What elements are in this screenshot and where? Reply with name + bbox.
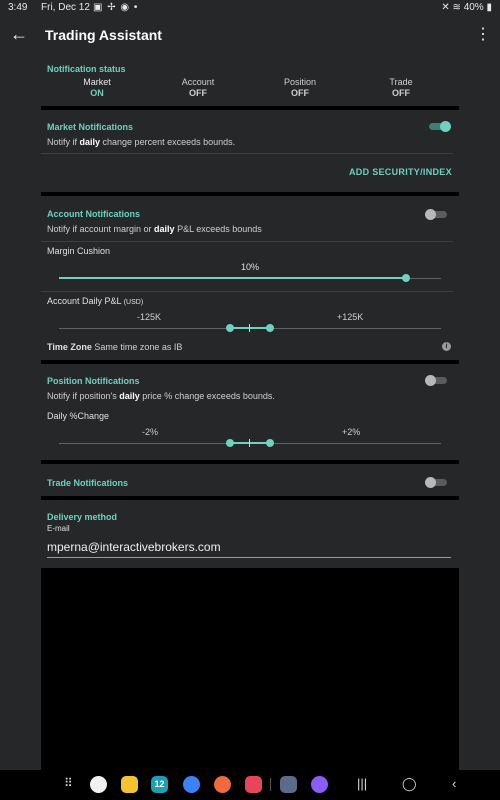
change-center-tick <box>249 439 250 447</box>
separator-line <box>41 153 453 154</box>
market-toggle[interactable] <box>429 121 451 132</box>
margin-cushion-label: Margin Cushion <box>47 246 111 256</box>
change-low-label: -2% <box>142 427 159 437</box>
dot-icon: • <box>133 2 139 13</box>
info-icon[interactable]: i <box>442 342 451 351</box>
timezone-label: Time Zone <box>47 342 92 352</box>
timezone-value: Same time zone as IB <box>94 342 183 352</box>
status-market-label: Market <box>83 77 111 87</box>
status-trade: Trade OFF <box>361 77 441 98</box>
screen-recorder-icon[interactable] <box>245 776 262 793</box>
chrome-icon[interactable] <box>90 776 107 793</box>
status-left-icons: ▣ ✢ ◉ • <box>93 2 138 13</box>
pnl-low-label: -125K <box>137 312 162 322</box>
status-trade-value: OFF <box>392 88 410 98</box>
trade-toggle[interactable] <box>425 477 447 488</box>
pnl-slider-fill <box>230 327 270 329</box>
position-description: Notify if position's daily price % chang… <box>47 391 275 401</box>
notification-status-heading: Notification status <box>47 64 126 74</box>
status-position-value: OFF <box>291 88 309 98</box>
timezone-row[interactable]: Time Zone Same time zone as IB <box>47 342 182 352</box>
account-notifications-card: Account Notifications Notify if account … <box>41 196 459 360</box>
more-vert-icon[interactable]: ⋮ <box>475 24 491 44</box>
email-label: E-mail <box>47 524 70 533</box>
margin-slider-thumb[interactable] <box>402 274 411 282</box>
trade-notifications-card: Trade Notifications <box>41 464 459 496</box>
separator-line <box>41 241 453 242</box>
mute-icon: ✕ <box>441 2 450 13</box>
status-market: Market ON <box>57 77 137 98</box>
delivery-method-card: Delivery method E-mail mperna@interactiv… <box>41 500 459 568</box>
app-bar: ← Trading Assistant ⋮ <box>0 16 500 56</box>
account-pnl-unit: (USD) <box>123 299 144 306</box>
image-icon: ▣ <box>93 2 104 13</box>
pinwheel-icon: ✢ <box>107 2 117 13</box>
battery-text: 40% <box>463 2 484 13</box>
status-bar: 3:49 Fri, Dec 12 ▣ ✢ ◉ • ✕ ≋ 40% ▮ <box>0 0 500 16</box>
market-description: Notify if daily change percent exceeds b… <box>47 137 236 147</box>
arrow-left-icon[interactable]: ← <box>10 24 28 45</box>
pnl-high-label: +125K <box>337 312 364 322</box>
dock-separator <box>270 778 271 791</box>
email-field[interactable]: mperna@interactivebrokers.com <box>47 540 221 554</box>
change-low-thumb[interactable] <box>226 439 234 447</box>
status-position: Position OFF <box>260 77 340 98</box>
account-description: Notify if account margin or daily P&L ex… <box>47 224 262 234</box>
change-high-label: +2% <box>342 427 361 437</box>
status-right: ✕ ≋ 40% ▮ <box>441 2 492 13</box>
position-title: Position Notifications <box>47 376 140 386</box>
delivery-title: Delivery method <box>47 512 118 522</box>
right-gutter <box>459 56 500 770</box>
trade-title: Trade Notifications <box>47 478 129 488</box>
circle-icon: ◉ <box>120 2 131 13</box>
daily-change-label: Daily %Change <box>47 411 110 421</box>
navigation-bar: ⠿ 12 ||| ◯ ‹ <box>0 770 500 800</box>
page-title: Trading Assistant <box>45 27 162 43</box>
home-icon[interactable]: ◯ <box>402 776 417 792</box>
add-security-button[interactable]: ADD SECURITY/INDEX <box>349 167 452 177</box>
messages-icon[interactable] <box>183 776 200 793</box>
internet-icon[interactable] <box>311 776 328 793</box>
margin-slider-fill <box>59 277 407 279</box>
battery-icon: ▮ <box>486 2 492 13</box>
account-toggle[interactable] <box>425 209 447 220</box>
pnl-high-thumb[interactable] <box>266 324 274 332</box>
separator-line <box>41 291 453 292</box>
app-drawer-icon[interactable]: ⠿ <box>64 776 73 790</box>
status-time: 3:49 <box>8 2 28 13</box>
settings-icon[interactable] <box>280 776 297 793</box>
wifi-icon: ≋ <box>452 2 461 13</box>
notification-status-card: Notification status Market ON Account OF… <box>41 56 459 106</box>
account-pnl-label: Account Daily P&L (USD) <box>47 296 144 306</box>
market-notifications-card: Market Notifications Notify if daily cha… <box>41 110 459 192</box>
pnl-center-tick <box>249 324 250 332</box>
market-title: Market Notifications <box>47 122 134 132</box>
status-position-label: Position <box>283 77 317 87</box>
pnl-low-thumb[interactable] <box>226 324 234 332</box>
back-icon[interactable]: ‹ <box>452 776 456 791</box>
email-underline <box>47 557 451 558</box>
account-title: Account Notifications <box>47 209 141 219</box>
status-market-value: ON <box>90 88 104 98</box>
status-account-value: OFF <box>189 88 207 98</box>
position-toggle[interactable] <box>425 375 447 386</box>
margin-cushion-value: 10% <box>241 262 260 272</box>
calendar-icon[interactable]: 12 <box>151 776 168 793</box>
position-notifications-card: Position Notifications Notify if positio… <box>41 364 459 460</box>
change-slider-fill <box>230 442 270 444</box>
recents-icon[interactable]: ||| <box>357 776 367 791</box>
status-date: Fri, Dec 12 <box>41 2 90 13</box>
contacts-icon[interactable] <box>214 776 231 793</box>
left-gutter <box>0 56 41 770</box>
status-account: Account OFF <box>158 77 238 98</box>
change-high-thumb[interactable] <box>266 439 274 447</box>
files-icon[interactable] <box>121 776 138 793</box>
status-account-label: Account <box>181 77 215 87</box>
status-trade-label: Trade <box>389 77 413 87</box>
